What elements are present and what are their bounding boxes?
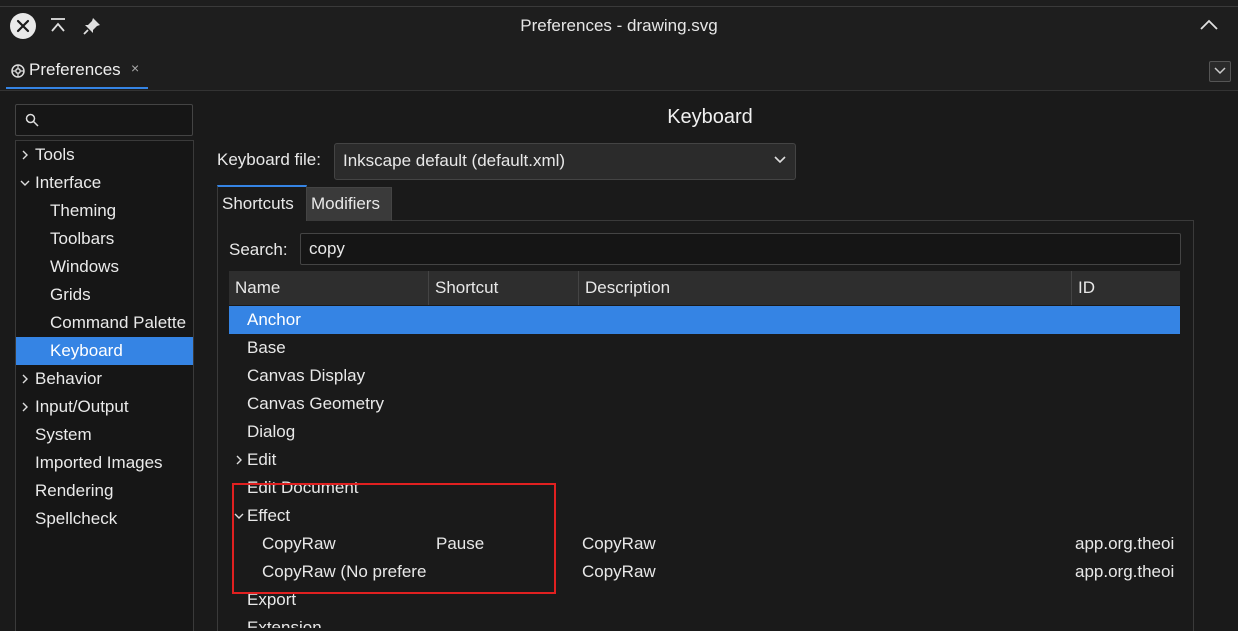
column-separator[interactable] <box>428 271 429 305</box>
sidebar-item-behavior[interactable]: Behavior <box>16 365 193 393</box>
sidebar-item-label: Input/Output <box>35 397 129 416</box>
chevron-up-icon <box>1200 19 1218 30</box>
search-value: copy <box>309 239 345 258</box>
table-row[interactable]: Dialog <box>229 418 1180 446</box>
sidebar-item-label: Behavior <box>35 369 103 388</box>
sidebar-item-label: System <box>35 425 92 444</box>
row-name: Extension <box>247 618 322 628</box>
keyboard-file-value: Inkscape default (default.xml) <box>343 151 566 170</box>
sidebar-item-imported-images[interactable]: Imported Images <box>16 449 193 477</box>
sidebar-item-label: Toolbars <box>50 229 115 248</box>
column-header-description[interactable]: Description <box>585 278 670 298</box>
search-label: Search: <box>229 240 288 259</box>
column-header-id[interactable]: ID <box>1078 278 1095 298</box>
tab-label: Shortcuts <box>222 194 294 213</box>
sidebar-item-label: Spellcheck <box>35 509 118 528</box>
page-title: Keyboard <box>667 106 753 128</box>
search-icon <box>25 113 39 127</box>
sidebar-item-input-output[interactable]: Input/Output <box>16 393 193 421</box>
row-name: Canvas Display <box>247 366 366 385</box>
sidebar-item-keyboard[interactable]: Keyboard <box>16 337 193 365</box>
preferences-tree: Tools Interface Theming Toolbars Windows… <box>15 140 194 631</box>
tab-preferences[interactable]: Preferences × <box>6 55 148 89</box>
table-row[interactable]: Edit <box>229 446 1180 474</box>
row-name: Dialog <box>247 422 296 441</box>
table-row[interactable]: Canvas Display <box>229 362 1180 390</box>
sidebar-item-grids[interactable]: Grids <box>16 281 193 309</box>
highlight-box <box>232 483 556 594</box>
sidebar-item-windows[interactable]: Windows <box>16 253 193 281</box>
tab-shortcuts[interactable]: Shortcuts <box>217 185 307 221</box>
chevron-right-icon[interactable] <box>19 149 31 161</box>
column-separator[interactable] <box>1071 271 1072 305</box>
column-separator[interactable] <box>578 271 579 305</box>
tab-modifiers[interactable]: Modifiers <box>306 187 392 221</box>
row-name: Edit <box>247 450 277 469</box>
table-row[interactable]: Extension <box>229 614 1180 628</box>
row-name: Canvas Geometry <box>247 394 384 413</box>
shortcut-search-input[interactable]: copy <box>300 233 1181 265</box>
sidebar-item-label: Imported Images <box>35 453 163 472</box>
chevron-down-icon <box>1214 67 1226 75</box>
tab-bar <box>0 52 1238 91</box>
chevron-right-icon[interactable] <box>233 454 245 466</box>
table-row[interactable]: Canvas Geometry <box>229 390 1180 418</box>
sidebar-item-label: Theming <box>50 201 117 220</box>
row-name: Base <box>247 338 286 357</box>
tab-label: Preferences <box>29 60 121 79</box>
table-row[interactable]: Anchor <box>229 306 1180 334</box>
keyboard-file-select[interactable]: Inkscape default (default.xml) <box>334 143 796 180</box>
sidebar-item-toolbars[interactable]: Toolbars <box>16 225 193 253</box>
tab-close-button[interactable]: × <box>131 60 139 76</box>
row-description: CopyRaw <box>582 534 656 553</box>
column-header-name[interactable]: Name <box>235 278 280 298</box>
chevron-down-icon <box>774 156 786 164</box>
sidebar-item-label: Grids <box>50 285 91 304</box>
sidebar-item-label: Rendering <box>35 481 114 500</box>
sidebar-item-theming[interactable]: Theming <box>16 197 193 225</box>
row-id: app.org.theoi <box>1075 534 1175 553</box>
keyboard-file-label: Keyboard file: <box>217 150 321 169</box>
row-id: app.org.theoi <box>1075 562 1175 581</box>
sidebar-item-interface[interactable]: Interface <box>16 169 193 197</box>
sidebar-item-label: Tools <box>35 145 75 164</box>
tab-label: Modifiers <box>311 194 380 213</box>
sidebar-item-label: Keyboard <box>50 341 123 360</box>
window-title: Preferences - drawing.svg <box>520 16 718 35</box>
maximize-button[interactable] <box>1198 15 1220 40</box>
sidebar-item-rendering[interactable]: Rendering <box>16 477 193 505</box>
sidebar-item-command-palette[interactable]: Command Palette <box>16 309 193 337</box>
row-description: CopyRaw <box>582 562 656 581</box>
chevron-right-icon[interactable] <box>19 401 31 413</box>
sidebar-item-system[interactable]: System <box>16 421 193 449</box>
sidebar-item-label: Windows <box>50 257 119 276</box>
sidebar-item-spellcheck[interactable]: Spellcheck <box>16 505 193 533</box>
sidebar-item-label: Command Palette <box>50 313 187 332</box>
chevron-right-icon[interactable] <box>19 373 31 385</box>
sidebar-item-label: Interface <box>35 173 102 192</box>
tab-menu-button[interactable] <box>1209 61 1231 82</box>
sidebar-item-tools[interactable]: Tools <box>16 141 193 169</box>
gear-icon <box>11 64 25 78</box>
column-header-shortcut[interactable]: Shortcut <box>435 278 498 298</box>
table-header: Name Shortcut Description ID <box>229 271 1180 305</box>
sidebar-search-input[interactable] <box>15 104 193 136</box>
table-row[interactable]: Base <box>229 334 1180 362</box>
chevron-down-icon[interactable] <box>19 177 31 189</box>
divider <box>0 6 1238 7</box>
row-name: Anchor <box>247 310 301 329</box>
